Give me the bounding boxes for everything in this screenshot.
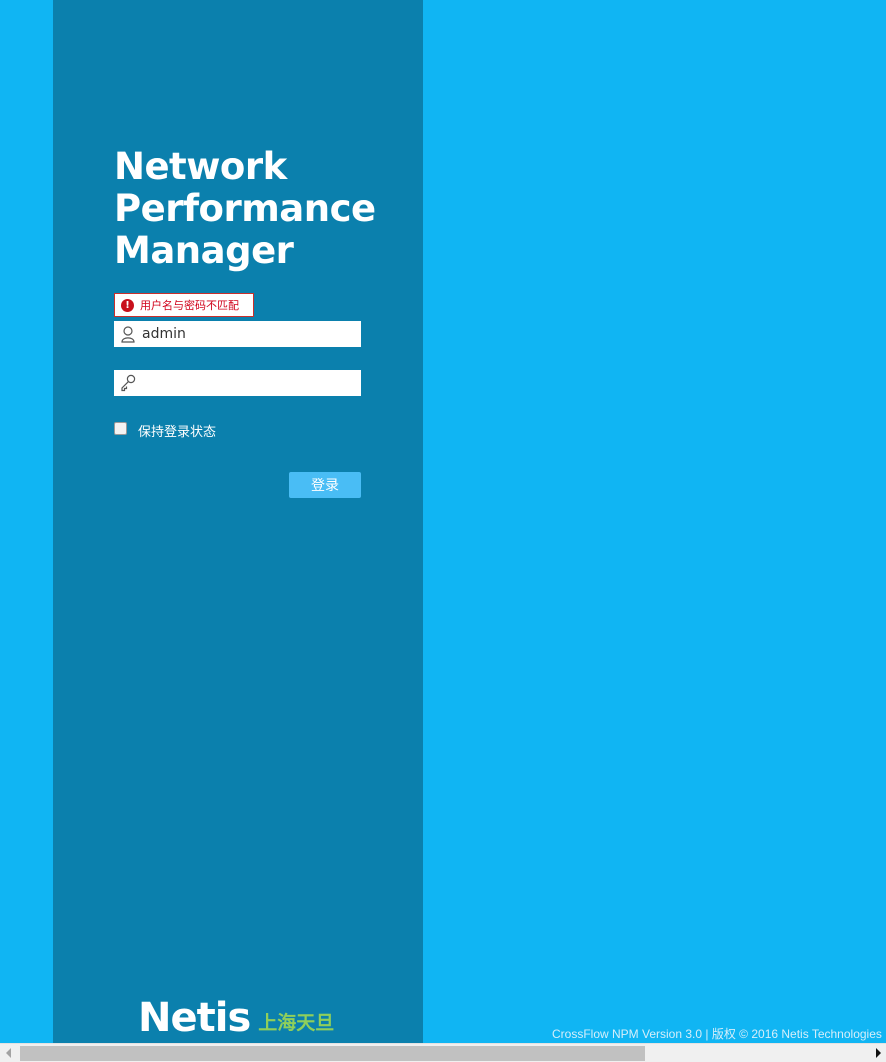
scrollbar-thumb[interactable] (20, 1046, 645, 1061)
remember-me-checkbox[interactable] (114, 422, 127, 435)
app-title: Network Performance Manager (114, 146, 376, 272)
remember-me[interactable]: 保持登录状态 (114, 421, 216, 440)
username-field[interactable] (114, 321, 361, 347)
horizontal-scrollbar[interactable] (0, 1043, 886, 1062)
password-field[interactable] (114, 370, 361, 396)
logo-cn-text: 上海天旦 (258, 1012, 335, 1034)
app-title-line-3: Manager (114, 229, 294, 272)
footer-copyright: CrossFlow NPM Version 3.0 | 版权 © 2016 Ne… (552, 1027, 882, 1041)
key-icon (121, 374, 136, 392)
scroll-right-arrow-icon[interactable] (876, 1048, 881, 1058)
login-error-message: ! 用户名与密码不匹配 (114, 293, 254, 317)
username-input[interactable] (142, 321, 357, 347)
login-error-text: 用户名与密码不匹配 (140, 299, 239, 312)
app-title-line-2: Performance (114, 187, 376, 230)
password-input[interactable] (142, 370, 357, 396)
app-title-line-1: Network (114, 145, 287, 188)
scroll-left-arrow-icon[interactable] (6, 1048, 11, 1058)
user-icon (121, 326, 135, 343)
logo-text: Netis (138, 995, 251, 1041)
netis-logo: Netis 上海天旦 (138, 998, 334, 1038)
exclamation-circle-icon: ! (121, 298, 134, 312)
remember-me-label: 保持登录状态 (138, 425, 217, 440)
login-button[interactable]: 登录 (289, 472, 361, 498)
